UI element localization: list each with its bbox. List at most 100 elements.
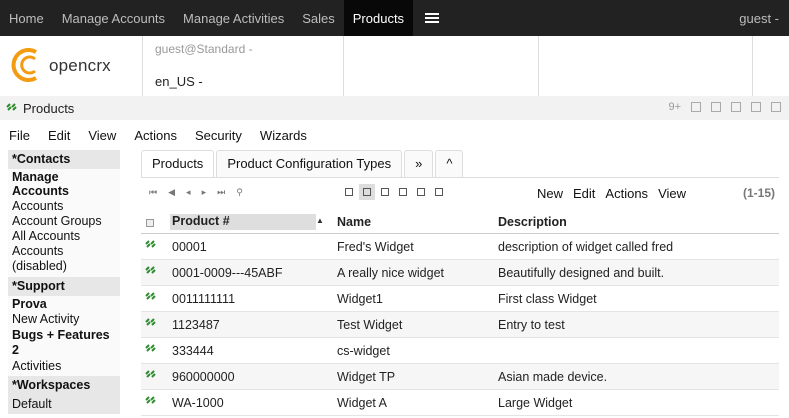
column-header-description[interactable]: Description <box>498 215 567 229</box>
prev-page-icon[interactable]: ◂ <box>186 187 191 197</box>
cell-product-number[interactable]: 00001 <box>172 240 207 254</box>
view-x-icon[interactable] <box>341 184 357 200</box>
row-open-icon[interactable] <box>143 239 157 249</box>
view-detail-icon[interactable] <box>395 184 411 200</box>
close-icon[interactable] <box>771 102 781 112</box>
table-row[interactable]: WA-1000 Widget A Large Widget <box>141 390 779 416</box>
row-open-icon[interactable] <box>143 265 157 275</box>
menu-view[interactable]: View <box>79 124 125 148</box>
tab-collapse[interactable]: ^ <box>435 150 464 177</box>
locale-menu[interactable]: en_US - <box>155 74 203 89</box>
nav-manage-accounts[interactable]: Manage Accounts <box>53 0 174 36</box>
cell-product-number[interactable]: 0011111111 <box>172 292 235 306</box>
menu-actions[interactable]: Actions <box>125 124 186 148</box>
tab-product-configuration-types[interactable]: Product Configuration Types <box>216 150 403 177</box>
user-menu[interactable]: guest - <box>731 0 789 36</box>
print-icon[interactable] <box>751 102 761 112</box>
sidebar-item-all-accounts[interactable]: All Accounts <box>8 229 120 244</box>
opencrx-logo[interactable]: opencrx <box>8 42 128 88</box>
table-row[interactable]: 0011111111 Widget1 First class Widget <box>141 286 779 312</box>
mail-icon[interactable] <box>691 102 701 112</box>
sidebar-item-new-activity[interactable]: New Activity <box>8 312 120 327</box>
next-page-icon[interactable]: ▸ <box>202 187 207 197</box>
user-role-menu[interactable]: guest@Standard - <box>155 42 253 56</box>
sidebar-item-default[interactable]: Default <box>8 395 120 414</box>
cell-product-number[interactable]: 1123487 <box>172 318 220 332</box>
sidebar-item-prova[interactable]: Prova <box>8 296 120 312</box>
cell-product-number[interactable]: 333444 <box>172 344 214 358</box>
nav-sales[interactable]: Sales <box>293 0 344 36</box>
cell-product-number[interactable]: 960000000 <box>172 370 235 384</box>
grid-edit-button[interactable]: Edit <box>568 186 600 201</box>
logo-text: opencrx <box>49 56 111 75</box>
cell-product-number[interactable]: 0001-0009---45ABF <box>172 266 282 280</box>
search-icon[interactable]: ⚲ <box>236 187 243 197</box>
prev-fast-icon[interactable]: ◀ <box>168 187 175 197</box>
notification-count[interactable]: 9+ <box>668 101 681 113</box>
record-count: (1-15) <box>742 186 775 200</box>
header-column-2 <box>343 36 538 96</box>
cell-name: cs-widget <box>337 344 390 358</box>
last-page-icon[interactable]: ⏭ <box>217 187 225 197</box>
view-edit-icon[interactable] <box>413 184 429 200</box>
tab-products[interactable]: Products <box>141 150 215 177</box>
menu-file[interactable]: File <box>0 124 39 148</box>
view-grid-icon[interactable] <box>359 184 375 200</box>
cell-description: Beautifully designed and built. <box>498 266 665 280</box>
sidebar-header-workspaces[interactable]: *Workspaces <box>8 376 120 395</box>
products-table: Product # ▲ Name Description 00001 Fred's… <box>141 210 779 416</box>
cell-name: Widget1 <box>337 292 383 306</box>
table-row[interactable]: 960000000 Widget TP Asian made device. <box>141 364 779 390</box>
sidebar-item-account-groups[interactable]: Account Groups <box>8 214 120 229</box>
grid-view-button[interactable]: View <box>653 186 691 201</box>
row-open-icon[interactable] <box>143 291 157 301</box>
sidebar-item-activities[interactable]: Activities <box>8 359 120 374</box>
hamburger-menu-icon[interactable] <box>413 0 451 36</box>
table-row[interactable]: 00001 Fred's Widget description of widget … <box>141 234 779 260</box>
tab-bar: Products Product Configuration Types » ^ <box>141 150 465 177</box>
cell-name: Widget TP <box>337 370 396 384</box>
sidebar-item-bugs-features[interactable]: Bugs + Features 2 <box>8 327 120 359</box>
sidebar-item-accounts[interactable]: Accounts <box>8 199 120 214</box>
view-list-icon[interactable] <box>377 184 393 200</box>
view-tools <box>341 184 447 200</box>
cell-product-number[interactable]: WA-1000 <box>172 396 224 410</box>
sidebar-header-contacts[interactable]: *Contacts <box>8 150 120 169</box>
title-tools: 9+ <box>668 101 781 113</box>
row-open-icon[interactable] <box>143 343 157 353</box>
cell-name: A really nice widget <box>337 266 445 280</box>
cell-name: Widget A <box>337 396 388 410</box>
select-all-checkbox[interactable] <box>143 215 157 227</box>
table-row[interactable]: 1123487 Test Widget Entry to test <box>141 312 779 338</box>
menu-edit[interactable]: Edit <box>39 124 79 148</box>
row-open-icon[interactable] <box>143 369 157 379</box>
sidebar-item-accounts-disabled[interactable]: Accounts (disabled) <box>8 244 88 274</box>
nav-products[interactable]: Products <box>343 0 414 36</box>
bookmark-icon[interactable] <box>711 102 721 112</box>
header-user-column: guest@Standard - en_US - <box>142 36 343 96</box>
logo-c-icon <box>11 48 37 82</box>
table-row[interactable]: 333444 cs-widget <box>141 338 779 364</box>
column-header-name[interactable]: Name <box>337 215 371 229</box>
first-page-icon[interactable]: ⏮ <box>149 187 157 197</box>
save-icon[interactable] <box>731 102 741 112</box>
table-row[interactable]: 0001-0009---45ABF A really nice widget Bea… <box>141 260 779 286</box>
view-columns-icon[interactable] <box>431 184 447 200</box>
row-open-icon[interactable] <box>143 317 157 327</box>
object-title-bar: Products 9+ <box>0 96 789 120</box>
grid-actions-button[interactable]: Actions <box>600 186 653 201</box>
grid-new-button[interactable]: New <box>532 186 568 201</box>
column-header-product-number[interactable]: Product # <box>170 214 316 230</box>
nav-home[interactable]: Home <box>0 0 53 36</box>
cell-description: Asian made device. <box>498 370 608 384</box>
tab-more[interactable]: » <box>404 150 434 177</box>
row-open-icon[interactable] <box>143 395 157 405</box>
sort-ascending-icon[interactable]: ▲ <box>316 216 324 225</box>
nav-manage-activities[interactable]: Manage Activities <box>174 0 293 36</box>
table-body: 00001 Fred's Widget description of widget … <box>141 234 779 416</box>
menu-wizards[interactable]: Wizards <box>251 124 316 148</box>
sidebar-header-support[interactable]: *Support <box>8 277 120 296</box>
sidebar-item-manage-accounts[interactable]: Manage Accounts <box>8 169 120 199</box>
menu-security[interactable]: Security <box>186 124 251 148</box>
